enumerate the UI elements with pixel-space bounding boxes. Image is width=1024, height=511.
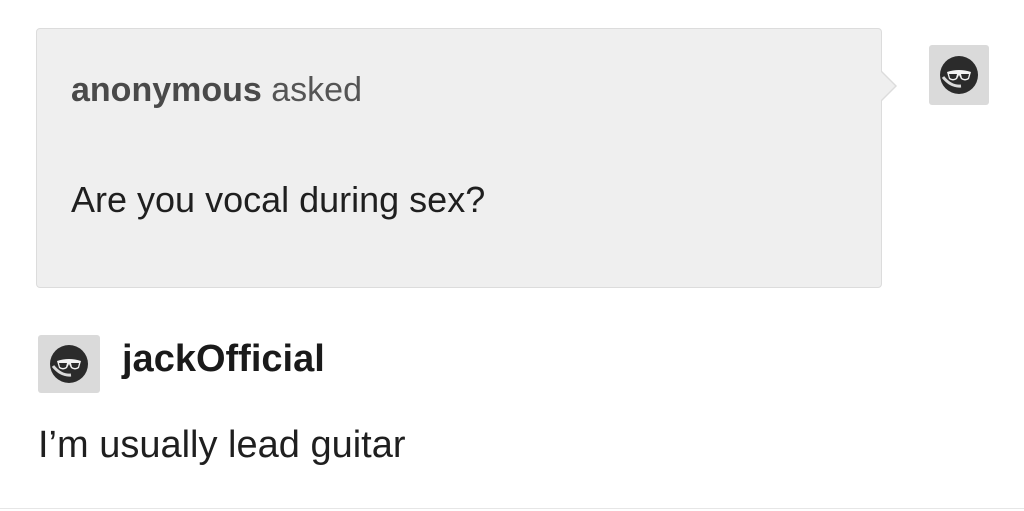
ask-bubble: anonymous asked Are you vocal during sex… — [36, 28, 882, 288]
post-divider — [0, 508, 1024, 509]
ask-bubble-tail — [881, 72, 895, 100]
sunglasses-face-icon — [940, 56, 978, 94]
answer-text: I’m usually lead guitar — [38, 424, 406, 466]
answerer-avatar[interactable] — [38, 335, 100, 393]
asker-name[interactable]: anonymous — [71, 71, 262, 109]
asker-line: anonymous asked — [71, 71, 362, 110]
question-text: Are you vocal during sex? — [71, 179, 486, 220]
asked-label: asked — [261, 71, 362, 109]
answerer-username[interactable]: jackOfficial — [122, 338, 325, 381]
recipient-avatar[interactable] — [929, 45, 989, 105]
sunglasses-face-icon — [50, 345, 88, 383]
